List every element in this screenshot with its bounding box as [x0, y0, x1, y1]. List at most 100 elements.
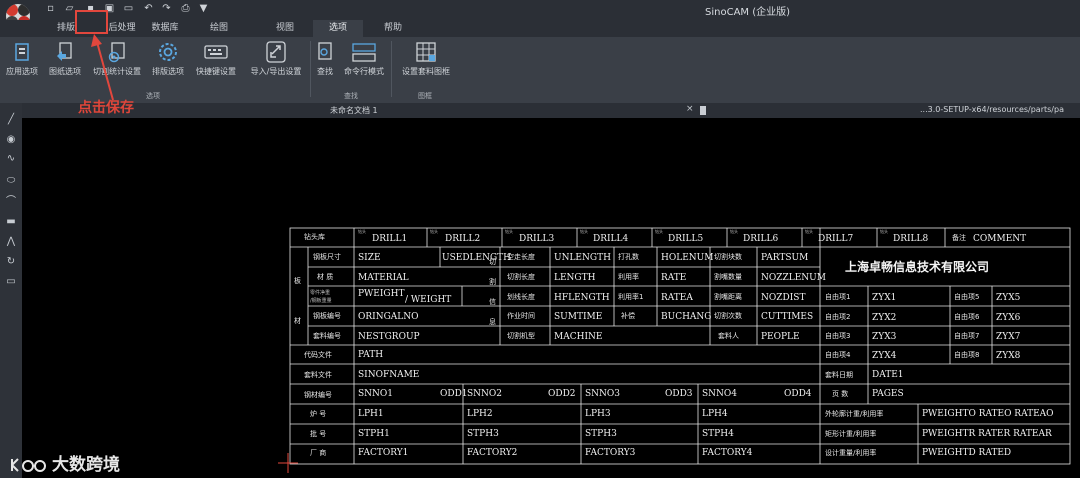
- drill-cell: DRILL8: [893, 234, 929, 244]
- drill-cell: DRILL4: [593, 234, 629, 244]
- annotation-text: 点击保存: [78, 100, 134, 116]
- drill-tag: 钻头: [358, 229, 366, 234]
- right-value: PWEIGHTO RATEO RATEAO: [922, 409, 1054, 419]
- drill-cell: DRILL1: [372, 234, 408, 244]
- drill-cell: DRILL7: [818, 234, 854, 244]
- mid2-value: RATEA: [661, 293, 693, 303]
- factory-label: 厂 商: [310, 449, 327, 457]
- drill-tag: 钻头: [505, 229, 513, 234]
- free-item-label: 自由项8: [954, 351, 980, 359]
- mid-value: SUMTIME: [554, 312, 603, 322]
- left-label: 材 质: [317, 273, 334, 281]
- right-value: PWEIGHTR RATER RATEAR: [922, 429, 1052, 439]
- steel-no-label: 钢材编号: [304, 391, 332, 399]
- factory-value: FACTORY4: [702, 448, 753, 458]
- odd-value: ODD1: [440, 389, 468, 399]
- factory-value: FACTORY1: [358, 448, 409, 458]
- note-value: COMMENT: [973, 234, 1027, 244]
- crosshair-cursor-icon: [278, 453, 298, 473]
- page-value: PAGES: [872, 389, 904, 399]
- mid3-value: PEOPLE: [761, 332, 800, 342]
- left-value: NESTGROUP: [358, 332, 420, 342]
- furnace-value: LPH2: [467, 409, 493, 419]
- cut-info-block-label: 割: [489, 278, 496, 286]
- odd-value: ODD3: [665, 389, 693, 399]
- mid3-label: 割嘴数量: [714, 273, 742, 281]
- drill-tag: 钻头: [430, 229, 438, 234]
- drill-tag: 钻头: [880, 229, 888, 234]
- steel-no-value: SNNO3: [585, 389, 621, 399]
- steel-no-value: SNNO1: [358, 389, 394, 399]
- watermark-logo-icon: [11, 458, 46, 472]
- page-label: 页 数: [832, 390, 849, 398]
- mid2-value: BUCHANG: [661, 312, 712, 322]
- mid-label: 划线长度: [507, 293, 535, 301]
- left-label: 钢板编号: [313, 312, 341, 320]
- mid-label: 作业时间: [507, 312, 535, 320]
- free-item-label: 自由项4: [825, 351, 851, 359]
- odd-value: ODD2: [548, 389, 576, 399]
- mid3-label: 切割次数: [714, 312, 742, 320]
- batch-value: STPH3: [467, 429, 499, 439]
- mid3-label: 割嘴距离: [714, 293, 742, 301]
- company-name: 上海卓畅信息技术有限公司: [845, 260, 990, 274]
- drill-library-label: 钻头库: [304, 233, 325, 241]
- batch-value: STPH4: [702, 429, 734, 439]
- left-value: SIZE: [358, 253, 381, 263]
- mid-value: HFLENGTH: [554, 293, 610, 303]
- free-item-value: ZYX1: [872, 293, 897, 303]
- mid2-label: 打孔数: [618, 253, 639, 261]
- left-value: ORINGALNO: [358, 312, 419, 322]
- furnace-value: LPH1: [358, 409, 384, 419]
- left-label: 套料编号: [313, 332, 341, 340]
- watermark: 大数跨境: [10, 450, 120, 475]
- drill-tag: 钻头: [730, 229, 738, 234]
- right-label: 矩形计重/利用率: [825, 430, 877, 438]
- batch-value: STPH3: [585, 429, 617, 439]
- free-item-value: ZYX7: [996, 332, 1021, 342]
- steel-no-value: SNNO2: [467, 389, 503, 399]
- factory-value: FACTORY3: [585, 448, 636, 458]
- nest-date-label: 套料日期: [825, 371, 853, 379]
- nest-file-label: 套料文件: [304, 371, 332, 379]
- mid3-value: PARTSUM: [761, 253, 809, 263]
- free-item-label: 自由项7: [954, 332, 980, 340]
- furnace-value: LPH3: [585, 409, 611, 419]
- mid2-value: HOLENUM: [661, 253, 714, 263]
- mid3-label: 切割块数: [714, 253, 742, 261]
- mid2-value: RATE: [661, 273, 687, 283]
- drill-cell: DRILL2: [445, 234, 481, 244]
- right-label: 设计重量/利用率: [825, 449, 877, 457]
- free-item-label: 自由项3: [825, 332, 851, 340]
- mid3-label: 套料人: [718, 332, 739, 340]
- free-item-value: ZYX5: [996, 293, 1021, 303]
- weight-value: / WEIGHT: [405, 295, 452, 305]
- batch-label: 批 号: [310, 430, 327, 438]
- left-label: 零件净重 /钢板重量: [310, 290, 332, 304]
- mid-value: MACHINE: [554, 332, 603, 342]
- mid2-label: 补偿: [621, 312, 635, 320]
- left-value: MATERIAL: [358, 273, 409, 283]
- drill-cell: DRILL5: [668, 234, 704, 244]
- drill-cell: DRILL3: [519, 234, 555, 244]
- drill-tag: 钻头: [580, 229, 588, 234]
- cut-info-block-label: 切: [489, 258, 496, 266]
- right-value: PWEIGHTD RATED: [922, 448, 1012, 458]
- mid-value: UNLENGTH: [554, 253, 611, 263]
- mid3-value: NOZDIST: [761, 293, 806, 303]
- furnace-value: LPH4: [702, 409, 728, 419]
- free-item-value: ZYX6: [996, 313, 1021, 323]
- mid2-label: 利用率1: [618, 293, 644, 301]
- factory-value: FACTORY2: [467, 448, 518, 458]
- watermark-text: 大数跨境: [52, 455, 120, 475]
- mid3-value: NOZZLENUM: [761, 273, 826, 283]
- mid2-label: 利用率: [618, 273, 639, 281]
- cut-info-block-label: 息: [489, 318, 496, 326]
- mid-value: LENGTH: [554, 273, 596, 283]
- nest-date-value: DATE1: [872, 370, 904, 380]
- drill-cell: DRILL6: [743, 234, 779, 244]
- cut-info-block-label: 信: [489, 298, 496, 306]
- batch-value: STPH1: [358, 429, 390, 439]
- plate-block-label: 板: [294, 277, 301, 285]
- mid3-value: CUTTIMES: [761, 312, 814, 322]
